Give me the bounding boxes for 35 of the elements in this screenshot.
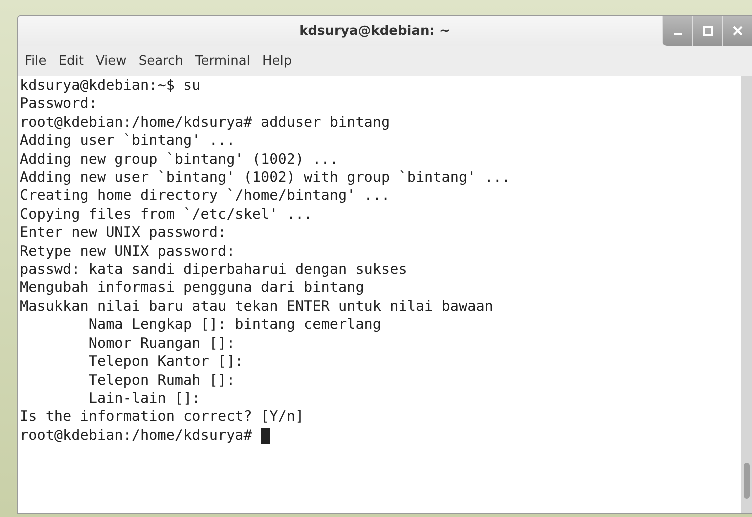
terminal-line: root@kdebian:/home/kdsurya# adduser bintang	[20, 114, 392, 132]
menu-item[interactable]: Help	[257, 50, 298, 72]
terminal-line: Adding new group `bintang' (1002) ...	[20, 150, 340, 170]
text-cursor	[261, 428, 270, 444]
scrollbar[interactable]	[741, 76, 752, 513]
terminal-line: Nama Lengkap []: bintang cemerlang	[88, 316, 383, 335]
terminal-line: Is the information correct? [Y/n]	[20, 408, 306, 427]
terminal-line: Nomor Ruangan []:	[88, 334, 236, 354]
menu-item[interactable]: Search	[134, 50, 188, 72]
terminal-line: Retype new UNIX password:	[20, 242, 236, 262]
terminal-line: root@kdebian:/home/kdsurya#	[20, 426, 252, 446]
close-button[interactable]	[722, 16, 752, 46]
menu-item[interactable]: File	[20, 50, 52, 72]
terminal-line: kdsurya@kdebian:~$ su	[20, 77, 202, 96]
terminal-line: Password:	[20, 95, 98, 114]
window-title: kdsurya@kdebian: ~	[300, 24, 450, 38]
maximize-icon	[702, 26, 712, 36]
terminal-line: Adding new user `bintang' (1002) with group `bintang' ...	[20, 169, 512, 188]
terminal-line: Lain-lain []:	[88, 390, 202, 408]
minimize-button[interactable]	[662, 16, 692, 46]
maximize-button[interactable]	[692, 16, 722, 46]
terminal-line: Creating home directory `/home/bintang' ...	[20, 187, 392, 206]
close-icon	[732, 26, 742, 36]
scrollbar-thumb[interactable]	[744, 463, 750, 499]
terminal-line: Adding user `bintang' ...	[20, 132, 236, 151]
terminal-line: Masukkan nilai baru atau tekan ENTER untuk nilai bawaan	[20, 298, 494, 316]
terminal-line: Telepon Rumah []:	[88, 372, 236, 390]
menu-item[interactable]: Edit	[54, 50, 89, 72]
terminal-line: passwd: kata sandi diperbaharui dengan sukses	[20, 261, 408, 280]
terminal-line: Telepon Kantor []:	[88, 353, 245, 372]
terminal-line: Enter new UNIX password:	[20, 224, 228, 243]
menu-item[interactable]: Terminal	[190, 50, 256, 72]
menu-item[interactable]: View	[90, 50, 132, 72]
terminal-line: Mengubah informasi pengguna dari bintang	[20, 279, 366, 298]
terminal-line: Copying files from `/etc/skel' ...	[20, 206, 314, 224]
